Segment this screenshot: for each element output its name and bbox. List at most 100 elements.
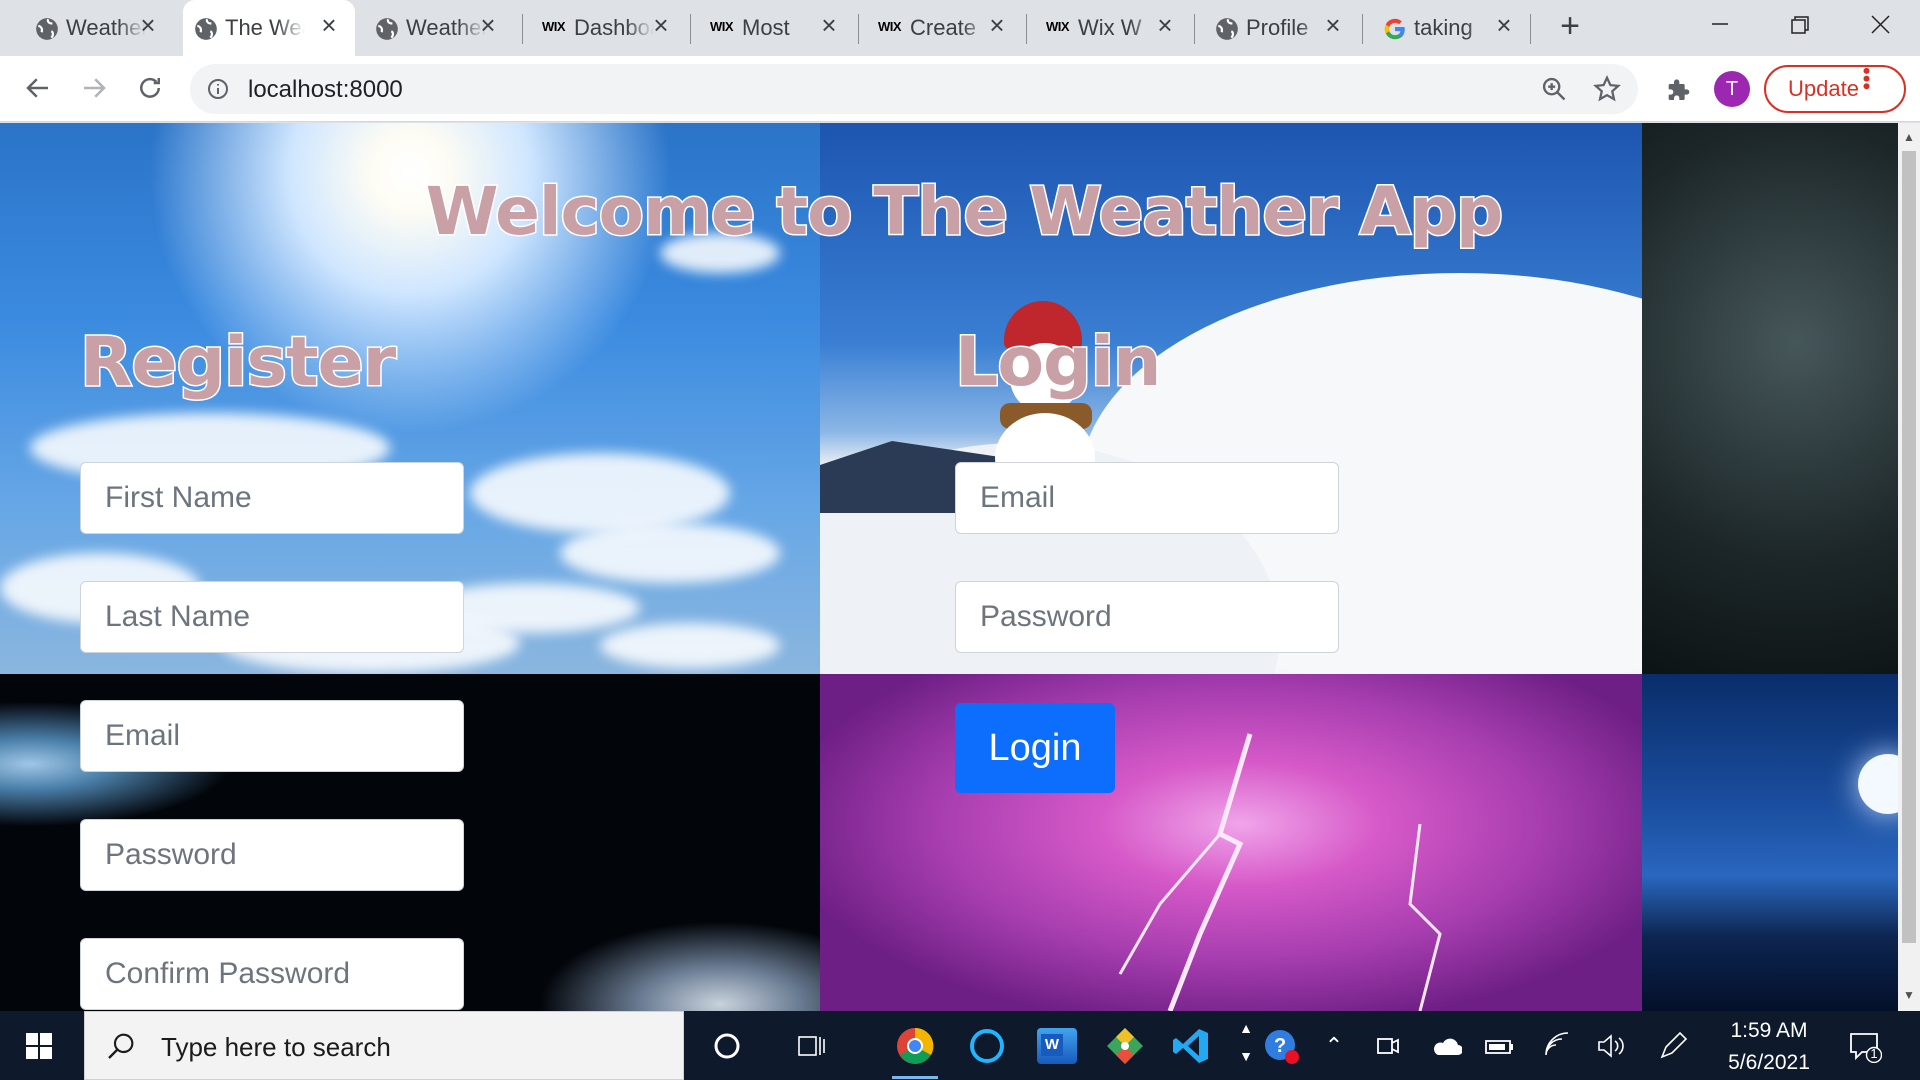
restore-button[interactable] — [1762, 0, 1838, 50]
close-icon[interactable]: × — [1492, 12, 1516, 38]
tab-wix-most[interactable]: WIX Most × — [700, 0, 855, 56]
task-view-icon — [798, 1036, 825, 1056]
meet-now-icon[interactable] — [1372, 1031, 1404, 1063]
volume-icon[interactable] — [1596, 1031, 1628, 1063]
zoom-icon[interactable] — [1540, 75, 1568, 103]
git-taskbar-button[interactable] — [1102, 1023, 1148, 1069]
tab-profile[interactable]: Profile × — [1204, 0, 1359, 56]
tab-separator — [690, 14, 691, 44]
login-button[interactable]: Login — [955, 703, 1115, 793]
confirm-password-field[interactable] — [80, 938, 464, 1010]
pen-icon[interactable] — [1658, 1031, 1690, 1063]
tab-google-taking[interactable]: taking × — [1372, 0, 1530, 56]
tab-separator — [1026, 14, 1027, 44]
clock-date: 5/6/2021 — [1728, 1051, 1810, 1074]
last-name-field[interactable] — [80, 581, 464, 653]
battery-icon[interactable] — [1484, 1031, 1516, 1063]
taskbar-clock[interactable]: 1:59 AM 5/6/2021 — [1710, 1015, 1828, 1079]
forward-button[interactable] — [74, 68, 114, 108]
vscode-taskbar-button[interactable] — [1168, 1023, 1214, 1069]
close-icon[interactable]: × — [1321, 12, 1345, 38]
close-icon[interactable]: × — [649, 12, 673, 38]
close-icon[interactable]: × — [985, 12, 1009, 38]
register-password-field[interactable] — [80, 819, 464, 891]
minimize-button[interactable] — [1682, 0, 1758, 50]
login-email-field[interactable] — [955, 462, 1339, 534]
help-icon: ? — [1265, 1030, 1299, 1064]
tab-weather-2[interactable]: Weather × — [364, 0, 514, 56]
task-view-button[interactable] — [788, 1023, 834, 1069]
address-bar[interactable]: localhost:8000 — [190, 64, 1638, 114]
new-tab-button[interactable]: + — [1552, 9, 1588, 46]
wix-icon: WIX — [878, 19, 902, 34]
profile-avatar[interactable]: T — [1714, 71, 1750, 107]
browser-toolbar: localhost:8000 T Update ••• — [0, 56, 1920, 122]
tab-separator — [858, 14, 859, 44]
search-placeholder: Type here to search — [161, 1032, 391, 1062]
more-vertical-icon: ••• — [1854, 67, 1879, 91]
taskbar-search-box[interactable]: Type here to search — [84, 1011, 684, 1080]
notification-count: 1 — [1870, 1046, 1878, 1061]
chevron-up-icon[interactable]: ⌃ — [1318, 1031, 1350, 1063]
help-tray-button[interactable]: ? — [1258, 1023, 1304, 1069]
star-icon[interactable] — [1592, 74, 1622, 104]
tab-title: Wix W — [1078, 15, 1142, 40]
reload-icon — [140, 77, 160, 98]
word-icon-letter: W — [1041, 1034, 1063, 1056]
login-password-field[interactable] — [955, 581, 1339, 653]
wix-icon: WIX — [1046, 19, 1070, 34]
close-icon[interactable]: × — [817, 12, 841, 38]
wix-icon: WIX — [542, 19, 566, 34]
update-button[interactable]: Update ••• — [1764, 65, 1906, 113]
circle-icon — [714, 1033, 740, 1059]
globe-icon — [374, 16, 400, 42]
reload-button[interactable] — [130, 68, 170, 108]
notification-center-button[interactable]: 1 — [1848, 1029, 1883, 1064]
close-icon[interactable]: × — [136, 12, 160, 38]
tab-wix-w[interactable]: WIX Wix W × — [1036, 0, 1191, 56]
tab-separator — [522, 14, 523, 44]
close-window-button[interactable] — [1842, 0, 1918, 50]
lightning-background-image — [820, 674, 1642, 1011]
globe-icon — [1214, 16, 1240, 42]
close-icon[interactable]: × — [476, 12, 500, 38]
arrow-left-icon — [26, 78, 48, 98]
page-viewport: Welcome to The Weather App Register Logi… — [0, 123, 1898, 1011]
word-taskbar-button[interactable]: W — [1034, 1023, 1080, 1069]
close-icon[interactable]: × — [317, 12, 341, 38]
windows-start-icon[interactable] — [26, 1033, 52, 1059]
puzzle-icon[interactable] — [1660, 72, 1692, 104]
tab-title: The Weather App — [225, 15, 305, 40]
clock-time: 1:59 AM — [1730, 1019, 1808, 1042]
word-icon: W — [1037, 1028, 1077, 1064]
close-icon[interactable]: × — [1153, 12, 1177, 38]
cortana-circle-button[interactable] — [704, 1023, 750, 1069]
onedrive-icon[interactable] — [1430, 1031, 1463, 1063]
back-button[interactable] — [18, 68, 58, 108]
register-email-field[interactable] — [80, 700, 464, 772]
scrollbar-thumb[interactable] — [1902, 151, 1916, 943]
windows-taskbar: Type here to search W ▲ ▼ ? ⌃ 1:59 AM 5/… — [0, 1011, 1920, 1080]
tab-weather-app[interactable]: The Weather App × — [183, 0, 355, 56]
tab-separator — [1530, 14, 1531, 44]
wifi-icon[interactable] — [1542, 1031, 1574, 1063]
moon-shape — [1858, 754, 1898, 814]
google-icon — [1382, 16, 1408, 42]
lightning-bolt-graphic — [1118, 733, 1442, 1011]
arrow-right-icon — [84, 78, 106, 98]
page-scrollbar[interactable]: ▲ ▼ — [1898, 123, 1920, 1011]
chrome-taskbar-button[interactable] — [892, 1023, 938, 1079]
tab-title: Weather — [406, 15, 486, 40]
info-icon[interactable] — [206, 77, 230, 101]
tab-weather-1[interactable]: Weather × — [24, 0, 174, 56]
tab-wix-dashboard[interactable]: WIX Dashboard × — [532, 0, 687, 56]
first-name-field[interactable] — [80, 462, 464, 534]
scroll-down-icon[interactable]: ▼ — [1903, 989, 1915, 1001]
tab-title: Dashboard — [574, 15, 654, 40]
address-text[interactable]: localhost:8000 — [248, 76, 403, 104]
cortana-taskbar-button[interactable] — [964, 1023, 1010, 1069]
tab-wix-create[interactable]: WIX Create × — [868, 0, 1023, 56]
scroll-up-icon[interactable]: ▲ — [1903, 131, 1915, 143]
moon-background-image — [1642, 674, 1898, 1011]
vscode-icon — [1173, 1029, 1208, 1063]
